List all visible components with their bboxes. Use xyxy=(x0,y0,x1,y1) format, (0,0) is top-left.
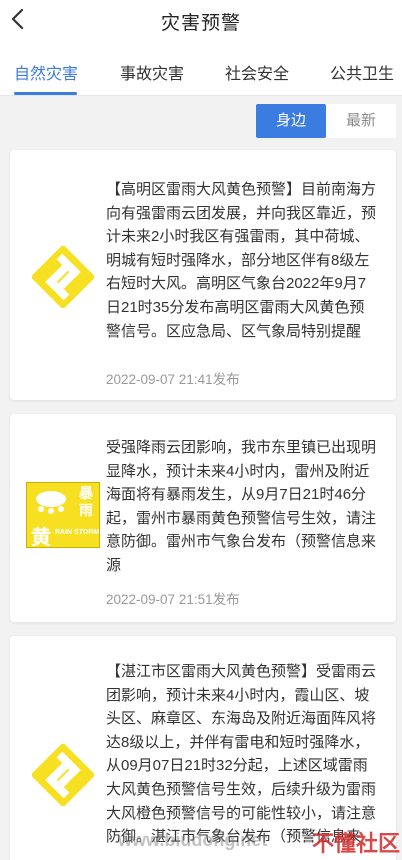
yellow-rainstorm-warning-icon: 暴 雨 黄 RAIN STORM xyxy=(26,482,100,549)
icon-caption: RAIN STORM xyxy=(55,529,100,536)
watermark-brand: 不懂社区 xyxy=(312,831,401,856)
page-title: 灾害预警 xyxy=(160,13,241,34)
active-tab-indicator xyxy=(14,92,77,95)
publish-time: 2022-09-07 21:51发布 xyxy=(106,592,240,607)
latest-filter-button[interactable]: 最新 xyxy=(326,104,396,138)
watermark-site: www.biudong.net xyxy=(118,830,268,850)
category-tabs: 自然灾害 事故灾害 社会安全 公共卫生 xyxy=(0,38,402,96)
publish-time: 2022-09-07 21:41发布 xyxy=(106,372,240,387)
warning-card[interactable]: 【高明区雷雨大风黄色预警】目前南海方向有强雷雨云团发展，并向我区靠近，预计未来2… xyxy=(10,150,396,400)
warning-text: 【高明区雷雨大风黄色预警】目前南海方向有强雷雨云团发展，并向我区靠近，预计未来2… xyxy=(106,181,377,340)
yellow-thunderstorm-wind-warning-icon xyxy=(32,744,94,806)
app-header: 灾害预警 xyxy=(0,0,402,38)
warning-text: 受强降雨云团影响，我市东里镇已出现明显降水，预计未来4小时内，雷州及附近海面将有… xyxy=(106,439,377,574)
icon-char: 黄 xyxy=(31,527,51,549)
rain-cloud-icon xyxy=(36,491,66,514)
icon-char: 雨 xyxy=(79,502,93,518)
tab-natural-disaster[interactable]: 自然灾害 xyxy=(14,60,78,84)
yellow-thunderstorm-wind-warning-icon xyxy=(32,246,94,308)
tab-social-security[interactable]: 社会安全 xyxy=(225,60,289,84)
warning-text: 【湛江市区雷雨大风黄色预警】受雷雨云团影响，预计未来4小时内，霞山区、坡头区、麻… xyxy=(106,663,377,846)
warning-card[interactable]: 暴 雨 黄 RAIN STORM 受强降雨云团影响，我市东里镇已出现明显降水，预… xyxy=(10,414,396,622)
nearby-filter-button[interactable]: 身边 xyxy=(256,104,326,138)
icon-char: 暴 xyxy=(79,485,93,501)
tab-public-health[interactable]: 公共卫生 xyxy=(330,60,394,84)
tab-accident-disaster[interactable]: 事故灾害 xyxy=(120,60,184,84)
